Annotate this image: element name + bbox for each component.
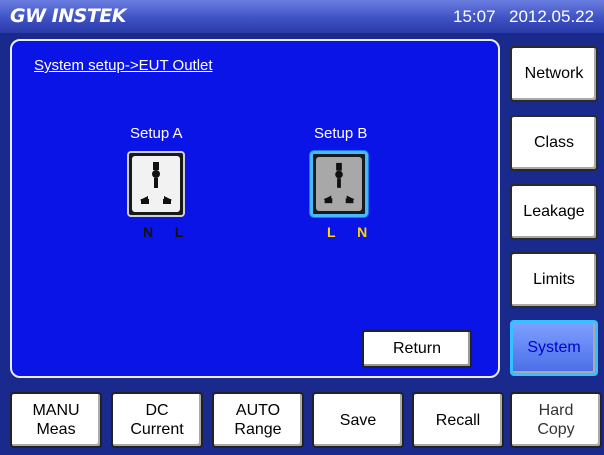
outlet-socket-icon	[132, 156, 180, 212]
socket-icon	[140, 162, 172, 204]
breadcrumb: System setup->EUT Outlet	[34, 57, 213, 74]
sidebar-item-class[interactable]: Class	[510, 115, 598, 171]
outlet-socket-icon	[316, 157, 362, 211]
setup-b-pins: L N	[327, 224, 367, 240]
setup-a-label: Setup A	[130, 125, 183, 142]
sidebar-item-leakage[interactable]: Leakage	[510, 184, 598, 240]
date: 2012.05.22	[509, 7, 595, 26]
auto-range-button[interactable]: AUTO Range	[212, 392, 304, 448]
clock: 15:07	[453, 7, 496, 26]
manu-meas-button[interactable]: MANU Meas	[10, 392, 102, 448]
setup-a-pin-left: N	[143, 224, 154, 240]
setup-a-pin-right: L	[174, 224, 184, 240]
brand-logo: GW INSTEK	[10, 5, 127, 27]
setup-b-label: Setup B	[314, 125, 368, 142]
setup-b-outlet[interactable]	[310, 151, 368, 217]
socket-icon	[323, 162, 355, 204]
hard-copy-button[interactable]: Hard Copy	[510, 392, 602, 448]
sidebar-item-system[interactable]: System	[510, 320, 598, 376]
dc-current-button[interactable]: DC Current	[111, 392, 203, 448]
setup-a-outlet[interactable]	[127, 151, 185, 217]
bottom-bar: MANU Meas DC Current AUTO Range Save Rec…	[0, 384, 604, 455]
setup-b-pin-right: N	[357, 224, 368, 240]
sidebar-item-limits[interactable]: Limits	[510, 252, 598, 308]
setup-a-pins: N L	[143, 224, 183, 240]
setup-b-pin-left: L	[327, 224, 336, 240]
save-button[interactable]: Save	[312, 392, 404, 448]
return-button[interactable]: Return	[362, 330, 472, 368]
recall-button[interactable]: Recall	[412, 392, 504, 448]
main-panel: System setup->EUT Outlet Setup A N L Set…	[10, 39, 500, 378]
title-bar: GW INSTEK 15:07 2012.05.22	[0, 0, 604, 33]
sidebar-item-network[interactable]: Network	[510, 46, 598, 102]
